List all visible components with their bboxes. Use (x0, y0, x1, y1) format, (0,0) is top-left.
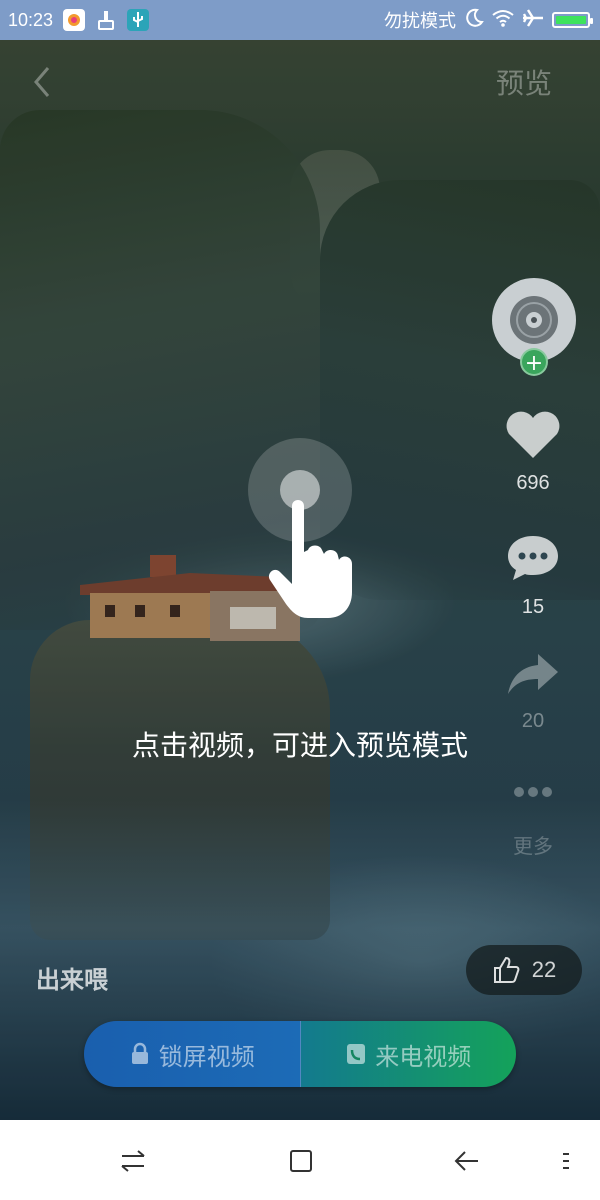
moon-icon (464, 8, 484, 33)
navigation-bar (0, 1120, 600, 1200)
thumbs-up-count: 22 (531, 957, 557, 982)
video-player[interactable]: 预览 + 696 15 20 更多 点击视频，可进入预览模式 出来喂 22 锁屏… (0, 40, 600, 1120)
share-icon (508, 654, 558, 694)
back-nav-button[interactable] (452, 1146, 482, 1176)
home-button[interactable] (286, 1146, 316, 1176)
follow-button[interactable]: + (520, 348, 548, 376)
more-button[interactable]: 更多 (498, 782, 568, 859)
thumbs-up-button[interactable]: 22 (466, 945, 582, 995)
hint-text: 点击视频，可进入预览模式 (131, 729, 468, 762)
author-avatar[interactable]: + (492, 278, 576, 378)
airplane-icon (522, 8, 544, 33)
menu-button[interactable] (552, 1146, 582, 1176)
switch-arrows-icon (121, 1150, 145, 1172)
comment-button[interactable]: 15 (498, 532, 568, 619)
lock-screen-video-button[interactable]: 锁屏视频 (84, 1021, 301, 1087)
comment-icon (508, 536, 558, 580)
battery-icon (552, 12, 593, 28)
more-dots-icon (514, 787, 552, 797)
pointing-hand-icon (268, 500, 352, 618)
app-notification-icon (63, 9, 86, 31)
status-time: 10:23 (8, 9, 54, 30)
phone-card-icon (347, 1044, 366, 1064)
status-bar: 10:23 勿扰模式 (0, 0, 600, 40)
heart-icon (506, 411, 560, 458)
call-video-label: 来电视频 (375, 1042, 472, 1071)
like-count: 696 (516, 472, 550, 494)
like-button[interactable]: 696 (498, 410, 568, 495)
preview-button[interactable]: 预览 (496, 62, 552, 102)
cleaner-icon (95, 9, 117, 31)
thumbs-up-icon (493, 956, 520, 983)
lock-icon (131, 1042, 148, 1064)
dnd-label: 勿扰模式 (384, 11, 456, 32)
vinyl-disc-icon (510, 296, 558, 344)
lock-screen-video-label: 锁屏视频 (158, 1042, 255, 1071)
video-action-bar: 锁屏视频 来电视频 (84, 1021, 516, 1087)
usb-icon (127, 9, 150, 31)
wifi-icon (492, 9, 514, 32)
back-button[interactable] (28, 62, 58, 102)
back-arrow-icon (454, 1151, 478, 1171)
chevron-left-icon (34, 67, 50, 97)
comment-count: 15 (521, 596, 545, 618)
author-name[interactable]: 出来喂 (36, 960, 108, 995)
square-icon (290, 1150, 312, 1172)
share-button[interactable]: 20 (498, 650, 568, 733)
call-video-button[interactable]: 来电视频 (300, 1021, 516, 1087)
more-label: 更多 (513, 836, 553, 858)
menu-icon (563, 1153, 569, 1169)
recent-apps-button[interactable] (118, 1146, 148, 1176)
battery-level (556, 16, 586, 24)
